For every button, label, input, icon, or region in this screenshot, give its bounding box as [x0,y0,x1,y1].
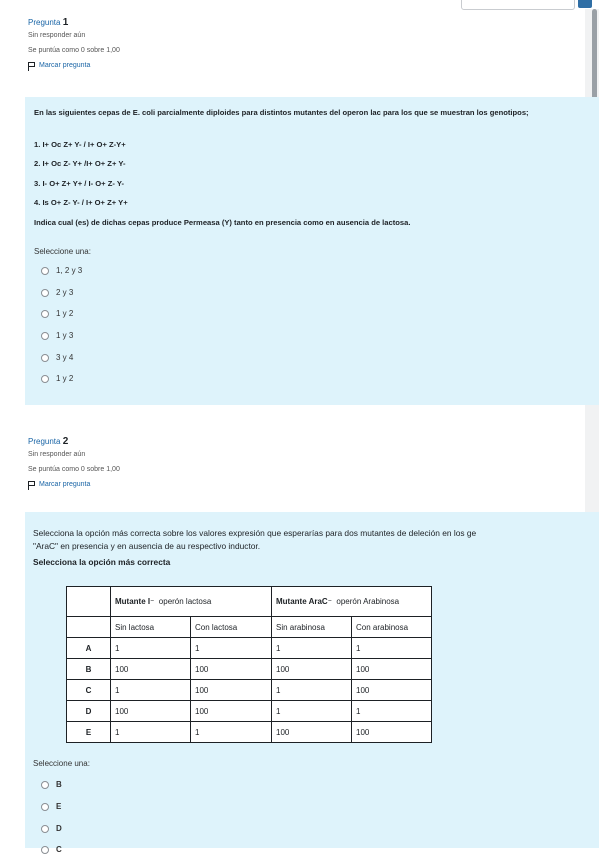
radio-button[interactable] [41,288,49,297]
row-label: D [66,700,111,722]
question-1-number: Pregunta 1 [28,17,69,28]
answer-option[interactable]: 2 y 3 [41,288,73,297]
row-label: A [66,637,111,659]
table-header-arabinose: Mutante AraC⁻ operón Arabinosa [271,586,432,617]
table-cell: 100 [190,658,272,680]
expression-table: Mutante I⁻ operón lactosa Mutante AraC⁻ … [66,586,432,743]
question-1-instruction: Indica cual (es) de dichas cepas produce… [34,218,411,227]
radio-button[interactable] [41,266,49,275]
top-input-box[interactable] [461,0,575,10]
question-1-score: Se puntúa como 0 sobre 1,00 [28,47,120,54]
table-row: B 100 100 100 100 [66,658,432,680]
table-cell: 1 [351,700,432,722]
select-one-label: Seleccione una: [33,759,90,768]
genotype-item: 1. I+ Oc Z+ Y- / I+ O+ Z-Y+ [34,140,126,149]
top-action-button[interactable] [578,0,592,8]
select-one-label: Seleccione una: [34,247,91,256]
answer-option[interactable]: 1, 2 y 3 [41,266,82,275]
table-cell: 100 [351,679,432,701]
question-2-panel: Selecciona la opción más correcta sobre … [25,512,599,854]
radio-button[interactable] [41,331,49,340]
question-2-status: Sin responder aún [28,451,86,458]
table-cell: 100 [110,658,191,680]
question-2-instruction: Selecciona la opción más correcta [33,557,171,567]
radio-button[interactable] [41,824,49,833]
question-1-text: En las siguientes cepas de E. coli parci… [34,108,529,117]
table-header-row: Mutante I⁻ operón lactosa Mutante AraC⁻ … [66,586,432,617]
genotype-item: 2. I+ Oc Z- Y+ /I+ O+ Z+ Y- [34,159,126,168]
question-1-info: Pregunta 1 Sin responder aún Se puntúa c… [28,18,120,71]
answer-option[interactable]: C [41,845,62,854]
table-cell: 1 [271,637,352,659]
row-label: C [66,679,111,701]
radio-button[interactable] [41,353,49,362]
flag-question-1-link[interactable]: Marcar pregunta [28,61,120,71]
table-cell: 1 [110,637,191,659]
table-cell: 1 [110,679,191,701]
table-header-lactose: Mutante I⁻ operón lactosa [110,586,272,617]
table-cell: 1 [271,700,352,722]
table-cell: 1 [271,679,352,701]
row-label: E [66,721,111,743]
table-subheader-row: Sin lactosa Con lactosa Sin arabinosa Co… [66,616,432,638]
table-cell: 100 [110,700,191,722]
table-subheader: Con arabinosa [351,616,432,638]
answer-option[interactable]: B [41,780,62,789]
radio-button[interactable] [41,802,49,811]
table-row: A 1 1 1 1 [66,637,432,659]
radio-button[interactable] [41,309,49,318]
radio-button[interactable] [41,845,49,854]
flag-icon [28,481,36,490]
question-2-score: Se puntúa como 0 sobre 1,00 [28,466,120,473]
table-row: D 100 100 1 1 [66,700,432,722]
table-cell: 1 [190,637,272,659]
table-cell: 100 [271,721,352,743]
answer-option[interactable]: 1 y 2 [41,309,73,318]
radio-button[interactable] [41,780,49,789]
flag-icon [28,62,36,71]
genotype-item: 3. I- O+ Z+ Y+ / I- O+ Z- Y- [34,179,125,188]
answer-option[interactable]: 1 y 3 [41,331,73,340]
table-subheader: Sin lactosa [110,616,191,638]
row-label: B [66,658,111,680]
flag-question-2-link[interactable]: Marcar pregunta [28,480,120,490]
table-cell: 1 [110,721,191,743]
table-row: E 1 1 100 100 [66,721,432,743]
radio-button[interactable] [41,374,49,383]
answer-option[interactable]: E [41,802,61,811]
question-1-status: Sin responder aún [28,32,86,39]
table-cell: 1 [351,637,432,659]
table-cell: 100 [351,658,432,680]
table-corner-cell [66,586,111,617]
table-cell: 100 [190,679,272,701]
table-subheader: Con lactosa [190,616,272,638]
question-2-text: Selecciona la opción más correcta sobre … [33,528,477,551]
table-cell: 100 [351,721,432,743]
question-2-info: Pregunta 2 Sin responder aún Se puntúa c… [28,437,120,490]
table-cell: 100 [190,700,272,722]
table-subheader: Sin arabinosa [271,616,352,638]
answer-option[interactable]: 3 y 4 [41,353,73,362]
table-cell: 100 [271,658,352,680]
table-cell: 1 [190,721,272,743]
answer-option[interactable]: 1 y 2 [41,374,73,383]
question-1-panel: En las siguientes cepas de E. coli parci… [25,97,599,405]
table-row: C 1 100 1 100 [66,679,432,701]
answer-option[interactable]: D [41,824,62,833]
question-2-number: Pregunta 2 [28,436,69,447]
genotype-item: 4. Is O+ Z- Y- / I+ O+ Z+ Y+ [34,198,128,207]
